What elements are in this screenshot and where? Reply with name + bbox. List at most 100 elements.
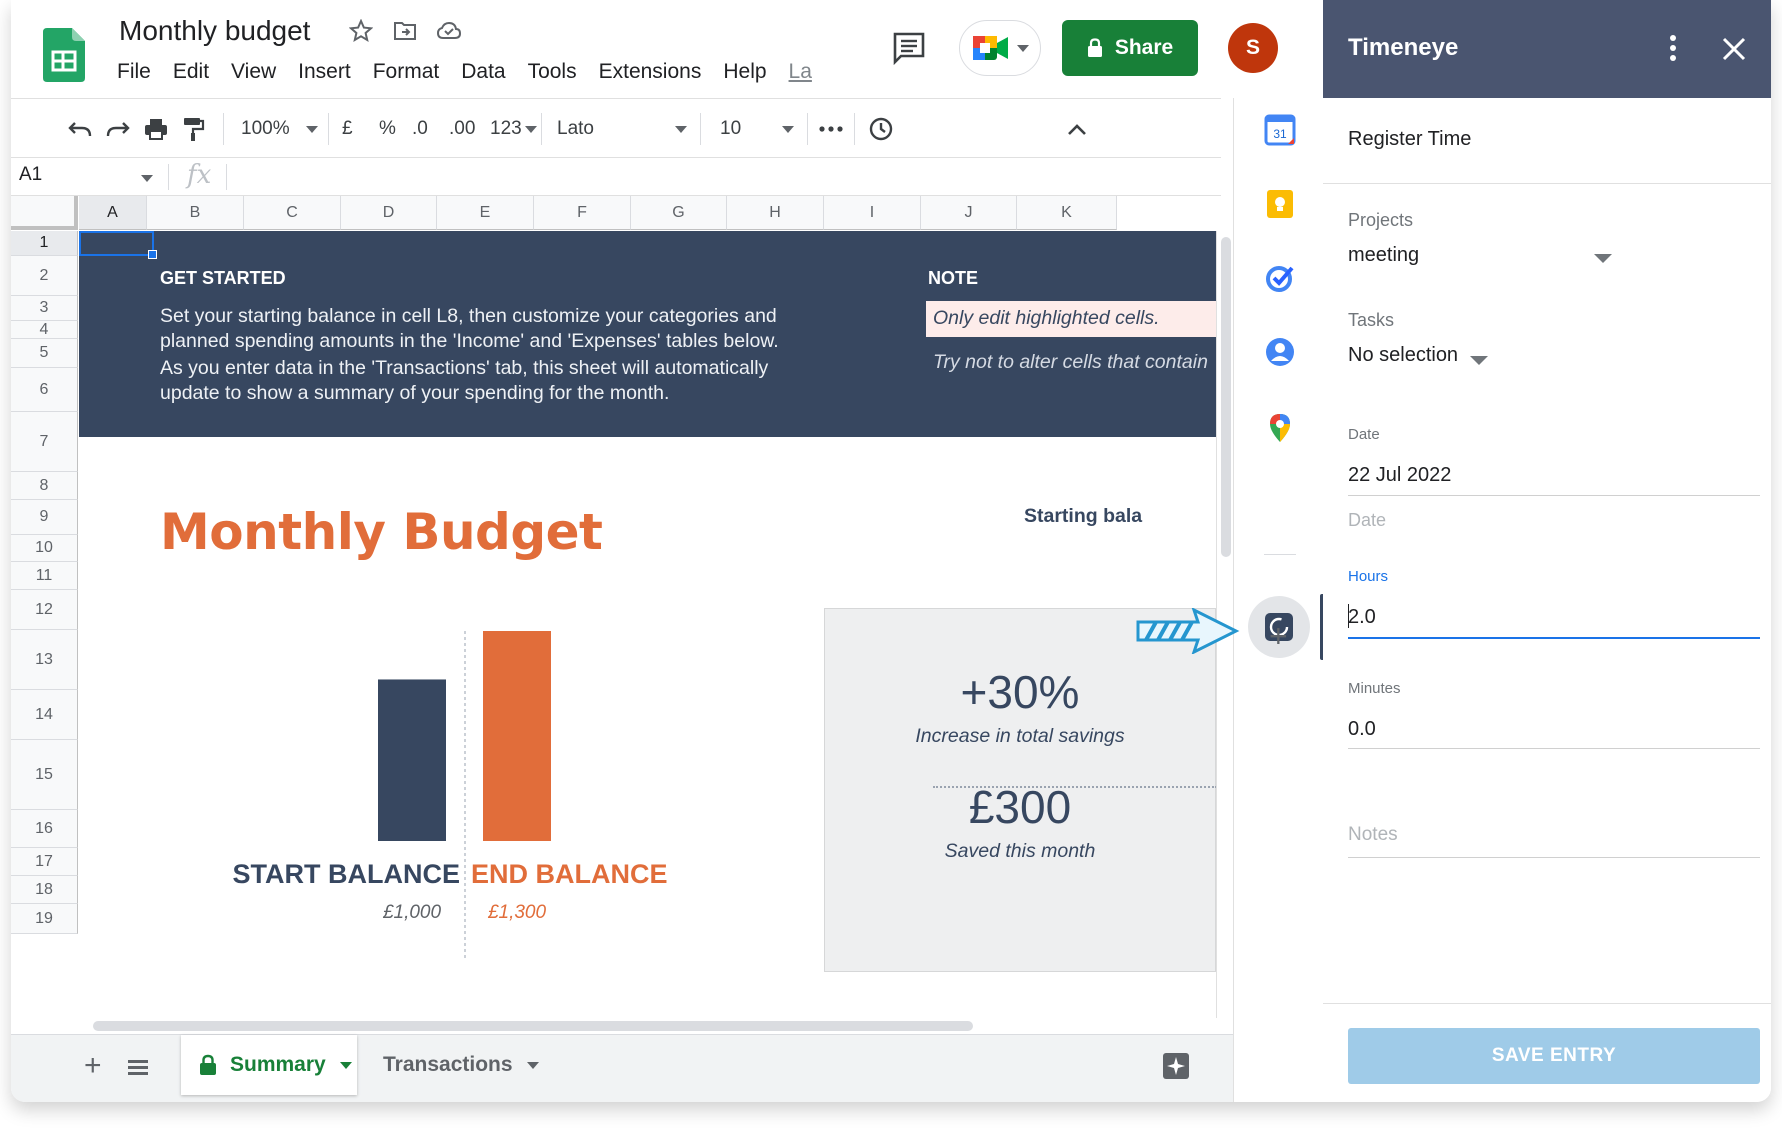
column-header-b[interactable]: B bbox=[147, 196, 244, 230]
tasks-select[interactable]: No selection bbox=[1348, 344, 1508, 367]
row-header-7[interactable]: 7 bbox=[11, 412, 78, 472]
move-folder-icon[interactable] bbox=[390, 16, 420, 46]
explore-icon[interactable] bbox=[1161, 1051, 1191, 1081]
row-header-16[interactable]: 16 bbox=[11, 810, 78, 848]
select-all-corner[interactable] bbox=[11, 196, 78, 230]
row-header-19[interactable]: 19 bbox=[11, 904, 78, 934]
meet-button[interactable] bbox=[959, 20, 1041, 76]
row-header-17[interactable]: 17 bbox=[11, 848, 78, 876]
more-toolbar-icon[interactable] bbox=[819, 99, 843, 159]
column-header-c[interactable]: C bbox=[244, 196, 341, 230]
percent-format-button[interactable]: % bbox=[379, 99, 396, 159]
column-header-f[interactable]: F bbox=[534, 196, 631, 230]
column-header-d[interactable]: D bbox=[341, 196, 437, 230]
date-field[interactable]: 22 Jul 2022 bbox=[1348, 464, 1451, 487]
close-icon[interactable] bbox=[1719, 34, 1749, 64]
savings-increase-label: Increase in total savings bbox=[915, 725, 1125, 747]
column-header-j[interactable]: J bbox=[921, 196, 1017, 230]
category-label-0: START BALANCE bbox=[233, 859, 460, 889]
all-sheets-icon[interactable] bbox=[128, 1059, 148, 1077]
maps-icon[interactable] bbox=[1264, 412, 1296, 444]
menu-view[interactable]: View bbox=[231, 60, 276, 84]
document-title[interactable]: Monthly budget bbox=[119, 15, 310, 47]
horizontal-scrollbar[interactable] bbox=[79, 1018, 1219, 1034]
row-header-2[interactable]: 2 bbox=[11, 256, 78, 296]
column-header-k[interactable]: K bbox=[1017, 196, 1117, 230]
last-edit-link[interactable]: La bbox=[789, 60, 812, 84]
note-highlighted-cell[interactable]: Only edit highlighted cells. bbox=[926, 301, 1216, 337]
horizontal-scroll-thumb[interactable] bbox=[93, 1021, 973, 1031]
undo-icon[interactable] bbox=[67, 99, 93, 159]
contacts-icon[interactable] bbox=[1264, 336, 1296, 368]
tasks-icon[interactable] bbox=[1264, 262, 1296, 294]
column-header-g[interactable]: G bbox=[631, 196, 727, 230]
menu-help[interactable]: Help bbox=[723, 60, 766, 84]
row-header-3[interactable]: 3 bbox=[11, 296, 78, 321]
row-header-8[interactable]: 8 bbox=[11, 472, 78, 500]
hours-field[interactable]: 2.0 bbox=[1348, 606, 1376, 629]
menu-tools[interactable]: Tools bbox=[528, 60, 577, 84]
paint-format-icon[interactable] bbox=[181, 99, 205, 159]
decrease-decimal-button[interactable]: .0 bbox=[412, 99, 428, 159]
share-label: Share bbox=[1114, 36, 1174, 59]
column-header-h[interactable]: H bbox=[727, 196, 824, 230]
row-header-15[interactable]: 15 bbox=[11, 740, 78, 810]
star-icon[interactable] bbox=[346, 16, 376, 46]
print-icon[interactable] bbox=[143, 99, 169, 159]
projects-select[interactable]: meeting bbox=[1348, 244, 1618, 267]
save-entry-button[interactable]: SAVE ENTRY bbox=[1348, 1028, 1760, 1084]
collapse-toolbar-icon[interactable] bbox=[1066, 99, 1088, 159]
more-vert-icon[interactable] bbox=[1663, 30, 1683, 66]
tab-transactions[interactable]: Transactions bbox=[367, 1035, 543, 1095]
selected-cell-a1[interactable] bbox=[79, 231, 154, 256]
increase-decimal-button[interactable]: .00 bbox=[449, 99, 475, 159]
font-size-select[interactable]: 10 bbox=[720, 99, 794, 159]
sheet-canvas[interactable]: GET STARTED Set your starting balance in… bbox=[79, 231, 1216, 1016]
name-box[interactable]: A1 bbox=[19, 164, 42, 186]
minutes-field[interactable]: 0.0 bbox=[1348, 718, 1376, 741]
menu-edit[interactable]: Edit bbox=[173, 60, 209, 84]
menu-data[interactable]: Data bbox=[461, 60, 505, 84]
calendar-icon[interactable]: 31 bbox=[1264, 114, 1296, 146]
menu-insert[interactable]: Insert bbox=[298, 60, 351, 84]
column-header-e[interactable]: E bbox=[437, 196, 534, 230]
menu-file[interactable]: File bbox=[117, 60, 151, 84]
menu-format[interactable]: Format bbox=[373, 60, 440, 84]
row-header-1[interactable]: 1 bbox=[11, 231, 78, 256]
keep-icon[interactable] bbox=[1264, 188, 1296, 220]
more-formats-select[interactable]: 123 bbox=[490, 99, 537, 159]
currency-format-button[interactable]: £ bbox=[342, 99, 353, 159]
notes-field[interactable]: Notes bbox=[1348, 824, 1398, 846]
share-button[interactable]: Share bbox=[1062, 20, 1198, 76]
cloud-saved-icon[interactable] bbox=[434, 16, 464, 46]
menu-extensions[interactable]: Extensions bbox=[599, 60, 702, 84]
comment-history-icon[interactable] bbox=[891, 30, 927, 66]
redo-icon[interactable] bbox=[105, 99, 131, 159]
row-header-10[interactable]: 10 bbox=[11, 535, 78, 562]
fill-handle[interactable] bbox=[148, 250, 157, 259]
row-header-6[interactable]: 6 bbox=[11, 368, 78, 412]
account-avatar[interactable]: S bbox=[1228, 23, 1278, 73]
row-header-11[interactable]: 11 bbox=[11, 562, 78, 590]
get-addons-icon[interactable]: + bbox=[1269, 620, 1288, 652]
register-time-heading: Register Time bbox=[1348, 128, 1472, 150]
row-header-5[interactable]: 5 bbox=[11, 339, 78, 368]
row-header-4[interactable]: 4 bbox=[11, 321, 78, 339]
notes-underline bbox=[1348, 857, 1760, 858]
column-header-a[interactable]: A bbox=[79, 196, 147, 230]
row-header-9[interactable]: 9 bbox=[11, 500, 78, 535]
tab-summary[interactable]: Summary bbox=[181, 1035, 357, 1095]
row-header-13[interactable]: 13 bbox=[11, 630, 78, 690]
font-family-select[interactable]: Lato bbox=[557, 99, 687, 159]
add-sheet-icon[interactable]: + bbox=[84, 1049, 102, 1083]
name-box-chevron-down-icon[interactable] bbox=[141, 175, 153, 182]
column-header-i[interactable]: I bbox=[824, 196, 921, 230]
zoom-select[interactable]: 100% bbox=[241, 99, 318, 159]
row-header-18[interactable]: 18 bbox=[11, 876, 78, 904]
sheets-logo-icon[interactable] bbox=[43, 28, 85, 82]
row-header-14[interactable]: 14 bbox=[11, 690, 78, 740]
projects-label: Projects bbox=[1348, 210, 1414, 230]
timeneye-clock-icon[interactable] bbox=[868, 99, 894, 159]
row-header-12[interactable]: 12 bbox=[11, 590, 78, 630]
vertical-scroll-thumb[interactable] bbox=[1221, 237, 1231, 557]
